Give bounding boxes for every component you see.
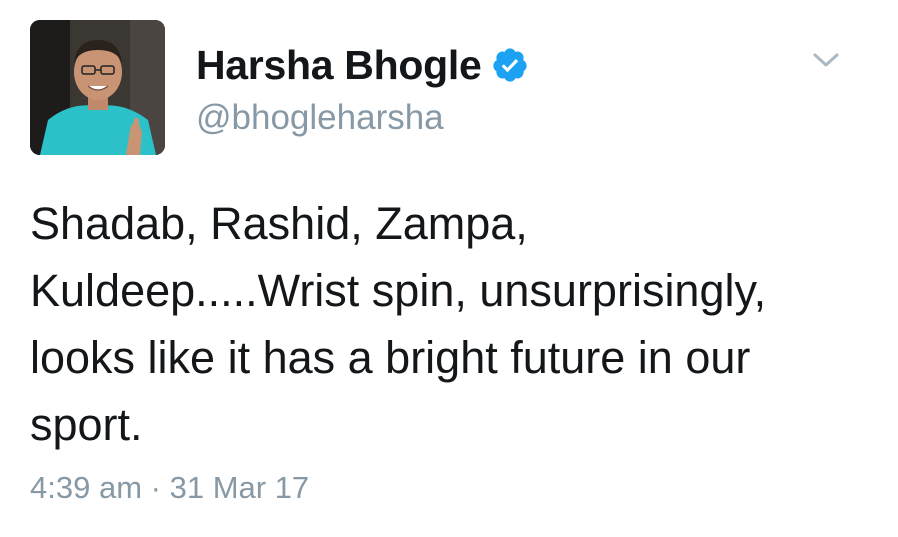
chevron-down-icon: [813, 53, 839, 67]
tweet-time: 4:39 am: [30, 470, 143, 505]
author-name-row: Harsha Bhogle: [196, 38, 529, 92]
timestamp-separator: ·: [150, 470, 161, 505]
tweet-text-line: Kuldeep.....Wrist spin, unsurprisingly,: [30, 265, 767, 316]
tweet-timestamp[interactable]: 4:39 am · 31 Mar 17: [30, 470, 309, 506]
avatar-image: [30, 20, 165, 155]
tweet-text: Shadab, Rashid, Zampa, Kuldeep.....Wrist…: [30, 190, 870, 458]
author-display-name[interactable]: Harsha Bhogle: [196, 42, 482, 89]
tweet-text-line: sport.: [30, 399, 143, 450]
tweet-menu-button[interactable]: [806, 40, 846, 80]
avatar[interactable]: [30, 20, 165, 155]
author-handle[interactable]: @bhogleharsha: [196, 98, 444, 138]
tweet-text-line: Shadab, Rashid, Zampa,: [30, 198, 528, 249]
verified-badge-icon: [491, 46, 529, 84]
tweet-card: Harsha Bhogle @bhogleharsha Shadab, Rash…: [0, 0, 898, 537]
tweet-date: 31 Mar 17: [169, 470, 310, 505]
tweet-text-line: looks like it has a bright future in our: [30, 332, 751, 383]
